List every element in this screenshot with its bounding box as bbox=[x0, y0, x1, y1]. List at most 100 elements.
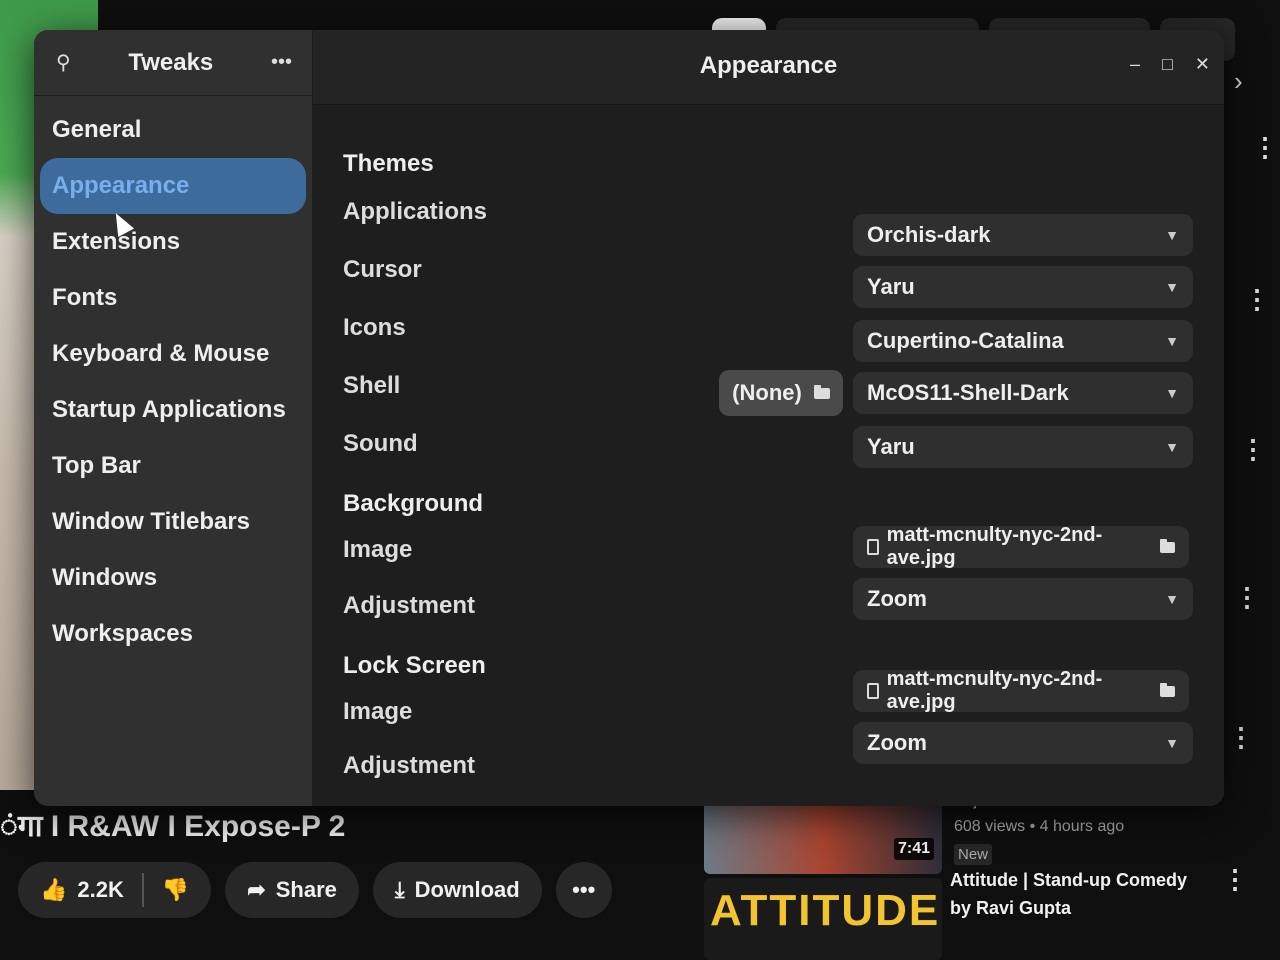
sidebar-nav: General Appearance Extensions Fonts Keyb… bbox=[34, 96, 312, 662]
more-vert-icon[interactable]: ⋮ bbox=[1228, 724, 1254, 750]
more-vert-icon[interactable]: ⋮ bbox=[1222, 866, 1248, 892]
more-vert-icon[interactable]: ⋮ bbox=[1244, 286, 1270, 312]
background-section-title: Background bbox=[343, 490, 484, 517]
thumbnail-text: ATTITUDE bbox=[710, 886, 941, 935]
download-button[interactable]: ⤓ Download bbox=[372, 862, 542, 918]
dropdown-value: Zoom bbox=[867, 586, 927, 611]
rec-title[interactable]: Attitude | Stand-up Comedy by Ravi Gupta bbox=[950, 866, 1210, 922]
page-title: Appearance bbox=[699, 52, 838, 79]
background-image-label: Image bbox=[343, 536, 413, 563]
file-name: matt-mcnulty-nyc-2nd-ave.jpg bbox=[886, 668, 1103, 713]
appearance-panel: Appearance – □ ✕ Themes Applications Orc… bbox=[313, 30, 1224, 806]
more-vert-icon[interactable]: ⋮ bbox=[1252, 134, 1278, 160]
chevron-down-icon: ▼ bbox=[1165, 439, 1179, 455]
chevron-down-icon: ▼ bbox=[1165, 385, 1179, 401]
sidebar-item-fonts[interactable]: Fonts bbox=[40, 270, 306, 326]
more-actions-button[interactable]: ••• bbox=[555, 862, 612, 918]
sidebar-item-general[interactable]: General bbox=[40, 102, 306, 158]
ellipsis-icon: ••• bbox=[572, 877, 596, 902]
lock-image-label: Image bbox=[343, 698, 413, 725]
recommendation-thumbnail-2[interactable]: ATTITUDE bbox=[704, 878, 942, 960]
dropdown-value: Yaru bbox=[867, 274, 915, 299]
sidebar-item-extensions[interactable]: Extensions bbox=[40, 214, 306, 270]
chevron-down-icon: ▼ bbox=[1165, 591, 1179, 607]
maximize-icon[interactable]: □ bbox=[1162, 54, 1173, 75]
lock-adjustment-dropdown[interactable]: Zoom ▼ bbox=[853, 722, 1193, 764]
menu-dots-icon[interactable]: ••• bbox=[271, 51, 292, 74]
rec-age: 4 hours ago bbox=[1039, 818, 1125, 835]
close-icon[interactable]: ✕ bbox=[1195, 54, 1210, 75]
icons-label: Icons bbox=[343, 314, 406, 341]
like-dislike-button[interactable]: 👍 2.2K 👎 bbox=[18, 862, 212, 918]
chevron-down-icon: ▼ bbox=[1165, 333, 1179, 349]
thumbs-down-icon[interactable]: 👎 bbox=[162, 877, 189, 903]
lock-screen-section-title: Lock Screen bbox=[343, 652, 486, 679]
like-count: 2.2K bbox=[77, 877, 124, 902]
download-icon: ⤓ bbox=[394, 877, 405, 902]
rec-views: 608 views bbox=[954, 818, 1026, 835]
sidebar-item-window-titlebars[interactable]: Window Titlebars bbox=[40, 494, 306, 550]
share-icon: ➦ bbox=[247, 877, 266, 902]
sound-theme-dropdown[interactable]: Yaru ▼ bbox=[853, 426, 1193, 468]
sidebar-item-workspaces[interactable]: Workspaces bbox=[40, 606, 306, 662]
chevron-down-icon: ▼ bbox=[1165, 735, 1179, 751]
dropdown-value: Orchis-dark bbox=[867, 222, 991, 247]
new-badge: New bbox=[954, 844, 993, 865]
more-vert-icon[interactable]: ⋮ bbox=[1240, 436, 1266, 462]
dropdown-value: Yaru bbox=[867, 434, 915, 459]
background-image-chooser[interactable]: matt-mcnulty-nyc-2nd-ave.jpg bbox=[853, 524, 1189, 570]
video-title: ंगा I R&AW I Expose-P 2 bbox=[0, 810, 346, 843]
folder-icon bbox=[1159, 682, 1175, 697]
cursor-label: Cursor bbox=[343, 256, 422, 283]
thumbs-up-icon: 👍 bbox=[40, 877, 68, 902]
minimize-icon[interactable]: – bbox=[1130, 54, 1140, 75]
lock-adjustment-label: Adjustment bbox=[343, 752, 475, 779]
chevron-right-icon[interactable]: › bbox=[1234, 66, 1243, 97]
background-adjustment-label: Adjustment bbox=[343, 592, 475, 619]
file-name: matt-mcnulty-nyc-2nd-ave.jpg bbox=[886, 524, 1103, 569]
file-chooser-content: matt-mcnulty-nyc-2nd-ave.jpg bbox=[867, 524, 1160, 570]
divider bbox=[141, 873, 144, 907]
shell-none-button[interactable]: (None) bbox=[719, 370, 843, 416]
app-title: Tweaks bbox=[128, 48, 214, 76]
shell-label: Shell bbox=[343, 372, 401, 399]
sidebar-item-windows[interactable]: Windows bbox=[40, 550, 306, 606]
duration-badge: 7:41 bbox=[893, 838, 934, 860]
sidebar-item-appearance[interactable]: Appearance bbox=[40, 158, 306, 214]
sound-label: Sound bbox=[343, 430, 418, 457]
rec-views-age: 608 views • 4 hours ago bbox=[954, 818, 1125, 835]
applications-theme-dropdown[interactable]: Orchis-dark ▼ bbox=[853, 214, 1193, 256]
sidebar-item-startup-applications[interactable]: Startup Applications bbox=[40, 382, 306, 438]
sidebar-header: ⚲ Tweaks ••• bbox=[34, 30, 312, 96]
sidebar-item-top-bar[interactable]: Top Bar bbox=[40, 438, 306, 494]
cursor-theme-dropdown[interactable]: Yaru ▼ bbox=[853, 266, 1193, 308]
download-label: Download bbox=[414, 877, 520, 902]
sidebar-item-keyboard-mouse[interactable]: Keyboard & Mouse bbox=[40, 326, 306, 382]
share-label: Share bbox=[275, 877, 337, 902]
chevron-down-icon: ▼ bbox=[1165, 279, 1179, 295]
dropdown-value: Cupertino-Catalina bbox=[867, 328, 1064, 353]
tweaks-window: ⚲ Tweaks ••• General Appearance Extensio… bbox=[34, 30, 1224, 806]
chevron-down-icon: ▼ bbox=[1165, 227, 1179, 243]
applications-label: Applications bbox=[343, 198, 488, 225]
dropdown-value: Zoom bbox=[867, 730, 927, 755]
image-file-icon bbox=[867, 539, 879, 555]
background-adjustment-dropdown[interactable]: Zoom ▼ bbox=[853, 578, 1193, 620]
share-button[interactable]: ➦ Share bbox=[225, 862, 359, 918]
video-actions: 👍 2.2K 👎 ➦ Share ⤓ Download ••• bbox=[18, 862, 612, 918]
search-icon[interactable]: ⚲ bbox=[56, 50, 71, 75]
image-file-icon bbox=[867, 683, 879, 699]
window-controls: – □ ✕ bbox=[1130, 54, 1210, 75]
icons-theme-dropdown[interactable]: Cupertino-Catalina ▼ bbox=[853, 320, 1193, 362]
folder-icon bbox=[1159, 538, 1175, 553]
sidebar: ⚲ Tweaks ••• General Appearance Extensio… bbox=[34, 30, 313, 806]
header-bar: Appearance – □ ✕ bbox=[313, 30, 1224, 105]
dropdown-value: McOS11-Shell-Dark bbox=[867, 380, 1069, 405]
none-label: (None) bbox=[732, 380, 802, 405]
shell-theme-dropdown[interactable]: McOS11-Shell-Dark ▼ bbox=[853, 372, 1193, 414]
folder-icon bbox=[813, 384, 830, 399]
lock-image-chooser[interactable]: matt-mcnulty-nyc-2nd-ave.jpg bbox=[853, 668, 1189, 714]
themes-section-title: Themes bbox=[343, 150, 434, 177]
file-chooser-content: matt-mcnulty-nyc-2nd-ave.jpg bbox=[867, 668, 1160, 714]
more-vert-icon[interactable]: ⋮ bbox=[1234, 584, 1260, 610]
